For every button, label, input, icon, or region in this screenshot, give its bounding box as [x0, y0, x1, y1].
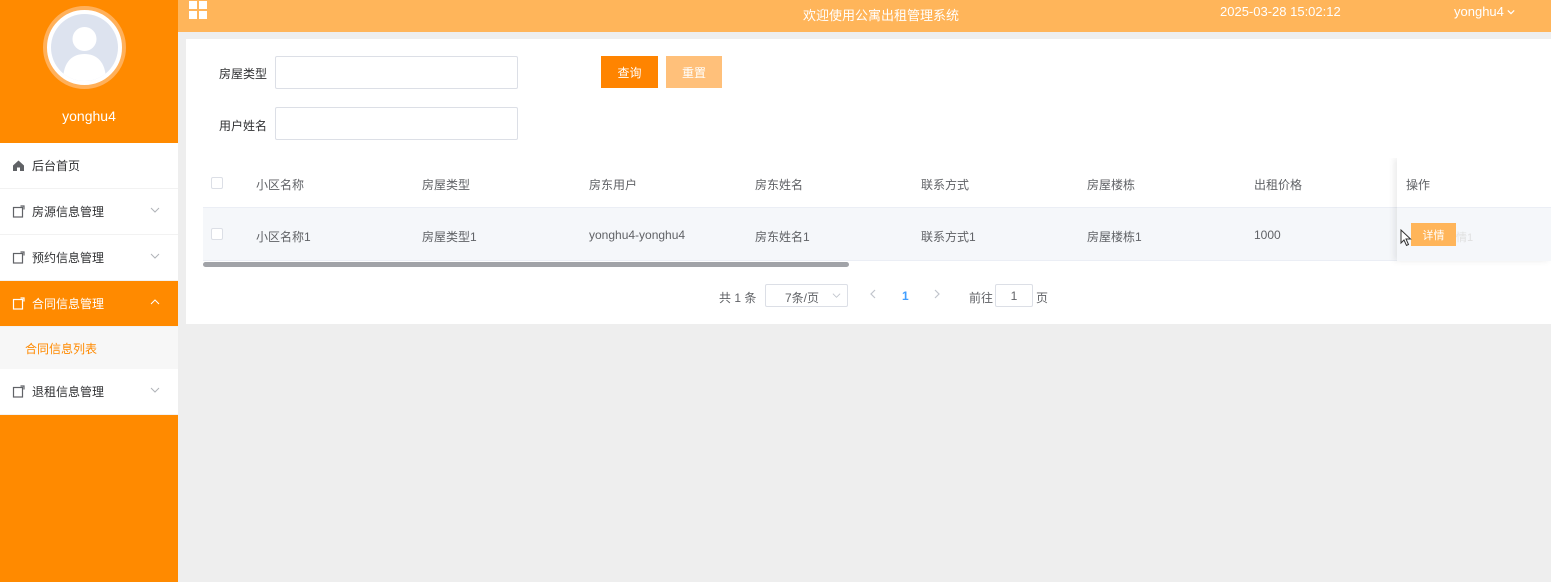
main-panel: 房屋类型 查询 重置 用户姓名 小区名称 房屋类型 房东用户 房东姓名 联系方式…: [186, 39, 1551, 324]
grid-menu-icon[interactable]: [189, 1, 208, 20]
column-header: 房东用户: [589, 178, 638, 192]
house-type-input[interactable]: [275, 56, 518, 89]
column-header: 联系方式: [921, 178, 970, 192]
sidebar-subitem-contract-list[interactable]: 合同信息列表: [0, 327, 178, 369]
detail-button[interactable]: 详情: [1411, 223, 1456, 246]
column-header: 操作: [1406, 178, 1431, 192]
sidebar-menu: 后台首页 房源信息管理 预约信息管理 合同信息管理 合同信息列表 退租信息管理: [0, 143, 178, 415]
user-name-input[interactable]: [275, 107, 518, 140]
profile-section: yonghu4: [0, 0, 178, 143]
table-cell: 房东姓名1: [755, 230, 810, 244]
chevron-down-icon: [150, 207, 160, 213]
table-cell: 房屋楼栋1: [1087, 230, 1142, 244]
sidebar-item-contract[interactable]: 合同信息管理: [0, 281, 178, 327]
column-header: 房东姓名: [755, 178, 804, 192]
reset-button[interactable]: 重置: [666, 56, 722, 88]
table-row[interactable]: 小区名称1 房屋类型1 yonghu4-yonghu4 房东姓名1 联系方式1 …: [203, 208, 1551, 261]
user-name-label: 用户姓名: [219, 119, 268, 133]
page-title: 欢迎使用公寓出租管理系统: [803, 8, 960, 23]
fixed-action-column: 操作 详情 情1: [1397, 158, 1551, 261]
chevron-down-icon: [832, 293, 841, 298]
action-column-header: 操作: [1397, 158, 1551, 208]
sidebar-item-label: 预约信息管理: [32, 251, 105, 265]
chevron-down-icon: [1507, 9, 1515, 14]
sidebar-item-label: 合同信息管理: [32, 297, 105, 311]
table-cell: 房屋类型1: [422, 230, 477, 244]
query-button[interactable]: 查询: [601, 56, 658, 88]
avatar: [43, 6, 126, 89]
house-type-label: 房屋类型: [219, 67, 268, 81]
page-suffix: 页: [1036, 291, 1049, 305]
chevron-down-icon: [150, 387, 160, 393]
pagination: 共 1 条 7条/页 1 前往 页: [186, 283, 1551, 307]
table-cell: 联系方式1: [921, 230, 976, 244]
document-icon: [11, 385, 25, 399]
chevron-right-icon[interactable]: [932, 288, 942, 300]
user-dropdown[interactable]: yonghu4: [1454, 4, 1515, 19]
page-number[interactable]: 1: [902, 289, 909, 303]
header-datetime: 2025-03-28 15:02:12: [1220, 4, 1341, 19]
page-size-select[interactable]: 7条/页: [765, 284, 848, 307]
goto-label: 前往: [969, 291, 994, 305]
column-header: 出租价格: [1254, 178, 1303, 192]
page-size-value: 7条/页: [785, 291, 820, 305]
column-header: 小区名称: [256, 178, 305, 192]
sidebar-item-label: 房源信息管理: [32, 205, 105, 219]
sidebar-item-label: 退租信息管理: [32, 385, 105, 399]
table-cell: 小区名称1: [256, 230, 311, 244]
action-cell: 详情 情1: [1397, 208, 1551, 261]
table-cell: 1000: [1254, 228, 1281, 242]
header-username: yonghu4: [1454, 4, 1504, 19]
pagination-total: 共 1 条: [719, 291, 757, 305]
column-header: 房屋楼栋: [1087, 178, 1136, 192]
contract-table: 小区名称 房屋类型 房东用户 房东姓名 联系方式 房屋楼栋 出租价格 小区名称1…: [203, 158, 1551, 268]
column-header: 房屋类型: [422, 178, 471, 192]
sidebar-item-house-info[interactable]: 房源信息管理: [0, 189, 178, 235]
document-icon: [11, 251, 25, 265]
sidebar: yonghu4 后台首页 房源信息管理 预约信息管理 合同信息管理 合同信息列表…: [0, 0, 178, 582]
mouse-cursor-icon: [1400, 229, 1412, 247]
overlap-text: 情1: [1456, 232, 1474, 244]
horizontal-scrollbar[interactable]: [203, 262, 849, 267]
chevron-up-icon: [150, 299, 160, 305]
sidebar-item-home[interactable]: 后台首页: [0, 143, 178, 189]
sidebar-item-checkout[interactable]: 退租信息管理: [0, 369, 178, 415]
document-icon: [11, 297, 25, 311]
sidebar-item-appointment[interactable]: 预约信息管理: [0, 235, 178, 281]
chevron-left-icon[interactable]: [868, 288, 878, 300]
table-header: 小区名称 房屋类型 房东用户 房东姓名 联系方式 房屋楼栋 出租价格: [203, 158, 1551, 208]
chevron-down-icon: [150, 253, 160, 259]
select-all-checkbox[interactable]: [211, 177, 223, 189]
avatar-placeholder-icon: [51, 14, 118, 81]
profile-name: yonghu4: [62, 108, 116, 124]
row-checkbox[interactable]: [211, 228, 223, 240]
sidebar-item-label: 后台首页: [32, 159, 81, 173]
top-header: 欢迎使用公寓出租管理系统 2025-03-28 15:02:12 yonghu4: [178, 0, 1551, 32]
home-icon: [11, 159, 25, 173]
document-icon: [11, 205, 25, 219]
goto-page-input[interactable]: [995, 284, 1033, 307]
table-cell: yonghu4-yonghu4: [589, 228, 686, 242]
